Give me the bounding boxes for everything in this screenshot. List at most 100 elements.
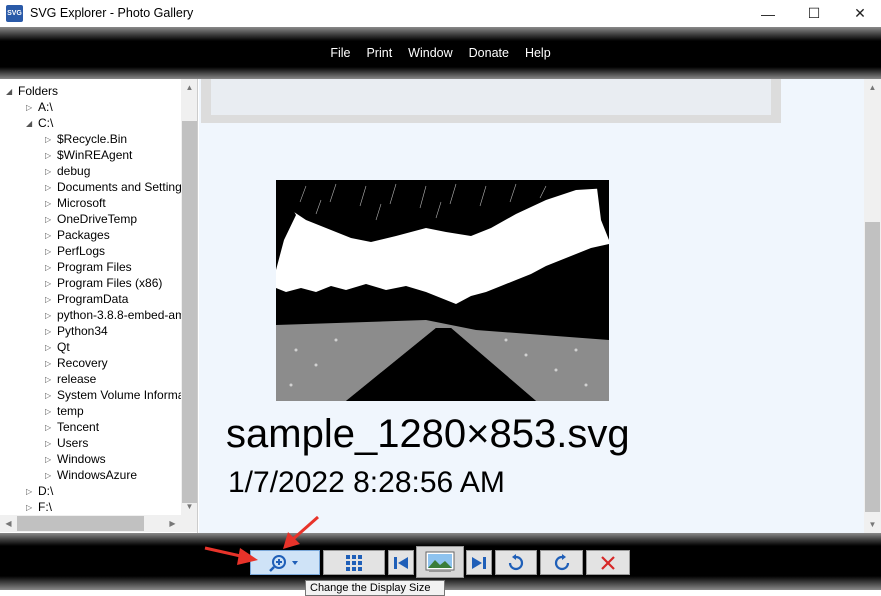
tree-item-label: $WinREAgent [57, 148, 133, 162]
tree-root-label: Folders [18, 84, 59, 98]
expand-arrow-icon[interactable]: ▷ [45, 439, 57, 448]
expand-arrow-icon[interactable]: ▷ [45, 343, 57, 352]
scroll-thumb[interactable] [17, 516, 144, 531]
tree-vertical-scrollbar[interactable]: ▲ ▼ [181, 79, 197, 515]
expand-arrow-icon[interactable]: ▷ [45, 279, 57, 288]
menu-file[interactable]: File [322, 46, 358, 60]
tree-item-folder[interactable]: ▷ Program Files [45, 259, 132, 275]
scroll-down-icon[interactable]: ▼ [864, 516, 881, 533]
tree-item-folder[interactable]: ▷ Qt [45, 339, 70, 355]
scroll-left-icon[interactable]: ◀ [0, 515, 17, 532]
previous-button[interactable] [388, 550, 414, 575]
skip-previous-icon [394, 556, 408, 569]
previous-photo-card[interactable] [211, 79, 771, 115]
tree-item-folder[interactable]: ▷ $WinREAgent [45, 147, 132, 163]
next-button[interactable] [466, 550, 492, 575]
expand-arrow-icon[interactable]: ▷ [26, 487, 38, 496]
expand-arrow-icon[interactable]: ▷ [45, 311, 57, 320]
expand-arrow-icon[interactable]: ▷ [45, 183, 57, 192]
expand-arrow-icon[interactable]: ▷ [45, 135, 57, 144]
tree-item-folder[interactable]: ▷ $Recycle.Bin [45, 131, 127, 147]
rotate-left-button[interactable] [495, 550, 537, 575]
photo-image[interactable] [276, 180, 609, 401]
expand-arrow-icon[interactable]: ▷ [45, 167, 57, 176]
tree-item-label: temp [57, 404, 84, 418]
tree-horizontal-scrollbar[interactable]: ◀ ▶ [0, 515, 181, 532]
menu-print[interactable]: Print [358, 46, 400, 60]
tree-item-label: PerfLogs [57, 244, 106, 258]
collapse-arrow-icon[interactable]: ◢ [26, 119, 38, 128]
tree-item-label: Users [57, 436, 89, 450]
display-size-button[interactable] [250, 550, 320, 575]
expand-arrow-icon[interactable]: ▷ [45, 151, 57, 160]
tree-item-label: Python34 [57, 324, 108, 338]
tree-item-folder[interactable]: ▷ ProgramData [45, 291, 128, 307]
tree-item-folder[interactable]: ▷ Microsoft [45, 195, 106, 211]
picture-icon [425, 551, 455, 572]
tree-item-label: Program Files (x86) [57, 276, 163, 290]
tree-item-label: release [57, 372, 97, 386]
tree-item-folder[interactable]: ▷ Recovery [45, 355, 108, 371]
tree-item-folder[interactable]: ▷ System Volume Information [45, 387, 197, 403]
expand-arrow-icon[interactable]: ▷ [45, 215, 57, 224]
expand-arrow-icon[interactable]: ▷ [45, 199, 57, 208]
expand-arrow-icon[interactable]: ▷ [45, 231, 57, 240]
expand-arrow-icon[interactable]: ▷ [45, 263, 57, 272]
tree-item-folder[interactable]: ▷ Documents and Settings [45, 179, 188, 195]
tree-item-folder[interactable]: ▷ Tencent [45, 419, 99, 435]
tree-item-folder[interactable]: ▷ PerfLogs [45, 243, 105, 259]
tree-item-folder[interactable]: ▷ OneDriveTemp [45, 211, 137, 227]
tree-root[interactable]: ◢ Folders [6, 83, 58, 99]
expand-arrow-icon[interactable]: ▷ [45, 471, 57, 480]
tree-item-folder[interactable]: ▷ WindowsAzure [45, 467, 137, 483]
minimize-button[interactable]: — [745, 0, 791, 27]
collapse-arrow-icon[interactable]: ◢ [6, 87, 18, 96]
expand-arrow-icon[interactable]: ▷ [45, 455, 57, 464]
expand-arrow-icon[interactable]: ▷ [45, 375, 57, 384]
tree-item-folder[interactable]: ▷ Packages [45, 227, 110, 243]
scroll-thumb[interactable] [865, 222, 880, 512]
tree-item-folder[interactable]: ▷ Program Files (x86) [45, 275, 162, 291]
expand-arrow-icon[interactable]: ▷ [45, 423, 57, 432]
expand-arrow-icon[interactable]: ▷ [45, 247, 57, 256]
tree-item-folder[interactable]: ▷ release [45, 371, 96, 387]
tree-item-drive-f[interactable]: ▷ F:\ [26, 499, 52, 515]
display-size-tooltip: Change the Display Size [305, 580, 445, 596]
tree-item-drive-c[interactable]: ◢ C:\ [26, 115, 53, 131]
scroll-down-icon[interactable]: ▼ [181, 498, 197, 515]
delete-button[interactable] [586, 550, 630, 575]
scroll-corner [181, 515, 197, 532]
maximize-button[interactable]: ☐ [791, 0, 837, 27]
photo-view: sample_1280×853.svg 1/7/2022 8:28:56 AM … [199, 79, 881, 533]
tree-item-folder[interactable]: ▷ Windows [45, 451, 106, 467]
expand-arrow-icon[interactable]: ▷ [26, 103, 38, 112]
tree-item-drive-a[interactable]: ▷ A:\ [26, 99, 53, 115]
menu-donate[interactable]: Donate [461, 46, 517, 60]
window-title: SVG Explorer - Photo Gallery [30, 6, 194, 20]
menu-help[interactable]: Help [517, 46, 559, 60]
expand-arrow-icon[interactable]: ▷ [45, 327, 57, 336]
expand-arrow-icon[interactable]: ▷ [45, 407, 57, 416]
tree-item-folder[interactable]: ▷ temp [45, 403, 84, 419]
tree-item-folder[interactable]: ▷ Users [45, 435, 88, 451]
thumbnail-grid-button[interactable] [323, 550, 385, 575]
tree-item-label: C:\ [38, 116, 54, 130]
rotate-right-button[interactable] [540, 550, 583, 575]
scroll-up-icon[interactable]: ▲ [181, 79, 197, 96]
tree-item-folder[interactable]: ▷ debug [45, 163, 90, 179]
close-button[interactable]: ✕ [837, 0, 881, 27]
slideshow-button[interactable] [416, 546, 464, 578]
tree-item-folder[interactable]: ▷ python-3.8.8-embed-amd64 [45, 307, 197, 323]
scroll-up-icon[interactable]: ▲ [864, 79, 881, 96]
menu-window[interactable]: Window [400, 46, 460, 60]
expand-arrow-icon[interactable]: ▷ [26, 503, 38, 512]
scroll-right-icon[interactable]: ▶ [164, 515, 181, 532]
expand-arrow-icon[interactable]: ▷ [45, 391, 57, 400]
scroll-thumb[interactable] [182, 121, 197, 503]
photo-filename: sample_1280×853.svg [226, 412, 630, 456]
tree-item-folder[interactable]: ▷ Python34 [45, 323, 108, 339]
tree-item-drive-d[interactable]: ▷ D:\ [26, 483, 53, 499]
expand-arrow-icon[interactable]: ▷ [45, 359, 57, 368]
expand-arrow-icon[interactable]: ▷ [45, 295, 57, 304]
content-vertical-scrollbar[interactable]: ▲ ▼ [864, 79, 881, 533]
